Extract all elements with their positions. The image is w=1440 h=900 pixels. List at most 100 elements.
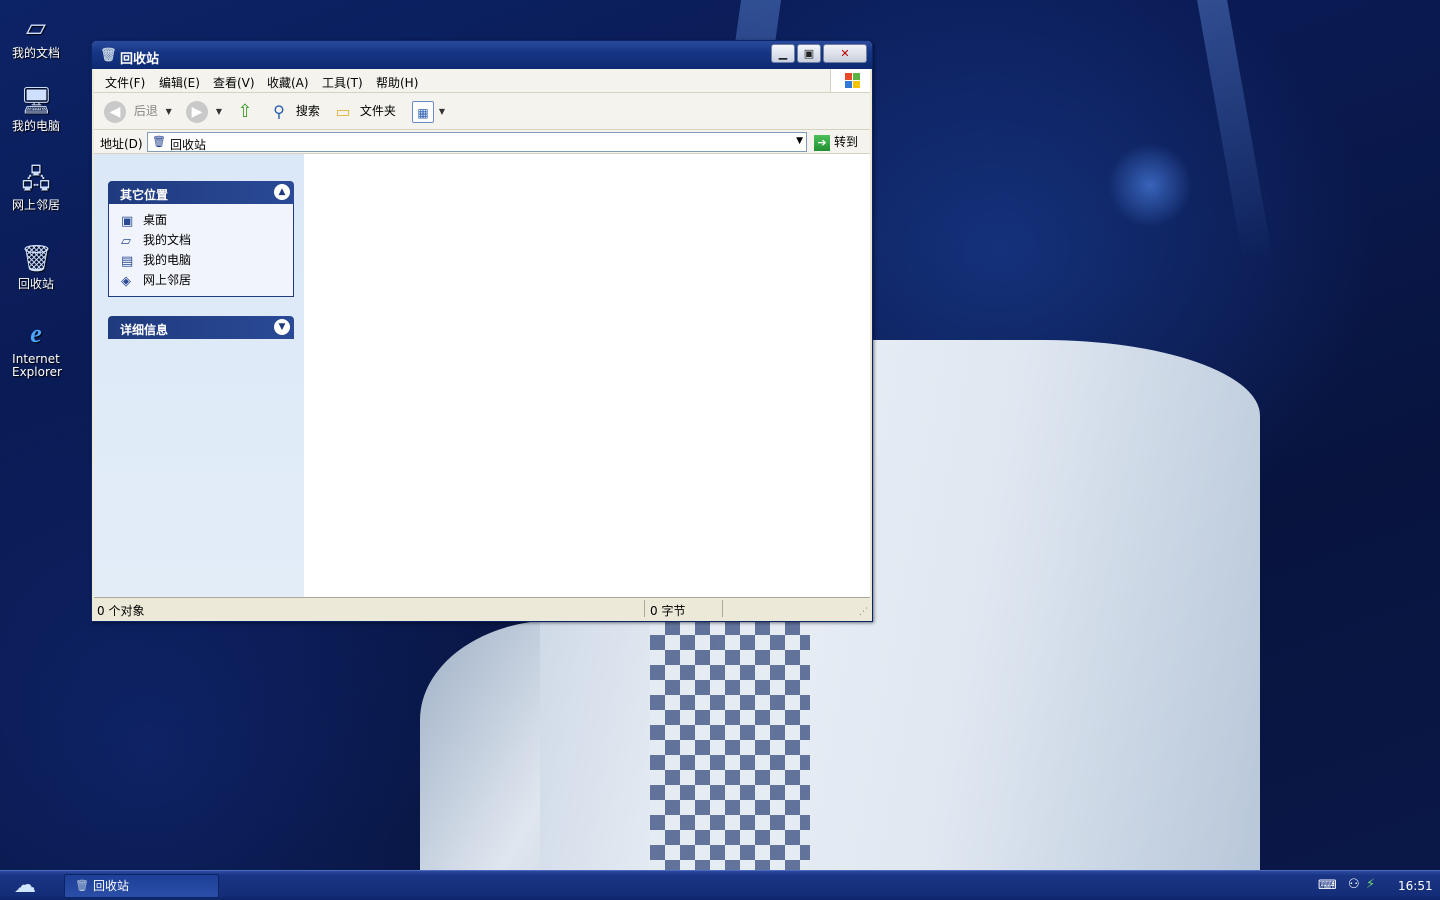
- desktop-icon-recycle-bin[interactable]: 🗑 回收站: [0, 243, 72, 291]
- desktop-icon-network[interactable]: 🖧 网上邻居: [0, 164, 72, 212]
- folders-label: 文件夹: [359, 104, 396, 118]
- keyboard-icon[interactable]: ⌨: [1318, 878, 1337, 893]
- taskbar-item-recycle-bin[interactable]: 🗑 回收站: [64, 874, 219, 898]
- address-label: 地址(D): [100, 137, 143, 151]
- place-link-network[interactable]: ◈ 网上邻居: [121, 270, 293, 290]
- place-link-label: 网上邻居: [143, 273, 192, 287]
- chevron-down-icon[interactable]: ▼: [274, 319, 290, 335]
- status-size: 0 字节: [650, 604, 686, 618]
- connection-icon[interactable]: ⚡: [1366, 877, 1375, 892]
- status-divider: [644, 600, 645, 617]
- documents-icon: ▱: [26, 13, 46, 43]
- menu-edit[interactable]: 编辑(E): [159, 74, 200, 91]
- system-tray: ⌨ ⚇ ⚡ 16:51: [1310, 871, 1440, 900]
- network-icon: ◈: [121, 274, 131, 289]
- start-cloud-icon: ☁: [14, 873, 36, 898]
- place-link-label: 我的电脑: [143, 253, 192, 267]
- recycle-bin-icon: 🗑: [75, 879, 89, 892]
- details-panel: 详细信息 ▼: [108, 316, 294, 339]
- computer-icon: ▤: [121, 254, 134, 269]
- address-bar: 地址(D) 🗑 回收站 ▼ ➔ 转到: [94, 130, 870, 154]
- address-field[interactable]: 🗑 回收站 ▼: [147, 132, 807, 152]
- up-folder-button[interactable]: ⇧: [234, 99, 256, 123]
- details-header[interactable]: 详细信息 ▼: [108, 316, 294, 339]
- place-link-label: 桌面: [143, 213, 168, 227]
- desktop-icon-label: Internet Explorer: [12, 352, 62, 379]
- taskbar-item-label: 回收站: [93, 879, 130, 893]
- desktop-icon-label: 网上邻居: [11, 198, 60, 212]
- up-folder-icon: ⇧: [237, 100, 253, 122]
- network-icon: 🖧: [21, 165, 51, 195]
- place-link-label: 我的文档: [143, 233, 192, 247]
- recycle-bin-icon: 🗑: [100, 48, 117, 63]
- other-places-list: ▣ 桌面 ▱ 我的文档 ▤ 我的电脑 ◈ 网上邻居: [108, 204, 294, 297]
- minimize-button[interactable]: ▁: [771, 44, 795, 63]
- menu-bar: 文件(F) 编辑(E) 查看(V) 收藏(A) 工具(T) 帮助(H): [94, 69, 870, 93]
- other-places-header[interactable]: 其它位置 ▲: [108, 181, 294, 204]
- panel-title: 详细信息: [120, 323, 169, 337]
- desktop-icon-my-documents[interactable]: ▱ 我的文档: [0, 12, 72, 60]
- recycle-bin-window[interactable]: 🗑 回收站 ▁ ▣ ✕ 文件(F) 编辑(E) 查看(V) 收藏(A) 工具(T…: [91, 40, 873, 622]
- chevron-up-icon[interactable]: ▲: [274, 184, 290, 200]
- windows-logo-icon: [830, 69, 870, 92]
- close-button[interactable]: ✕: [823, 44, 867, 63]
- shirt-pattern: [650, 620, 810, 870]
- taskbar: ☁ 🗑 回收站 ⌨ ⚇ ⚡ 16:51: [0, 870, 1440, 900]
- other-places-panel: 其它位置 ▲ ▣ 桌面 ▱ 我的文档 ▤ 我的电脑 ◈ 网上邻居: [108, 181, 294, 297]
- chevron-down-icon: ▼: [165, 106, 172, 116]
- menu-view[interactable]: 查看(V): [213, 74, 255, 91]
- maximize-button[interactable]: ▣: [797, 44, 821, 63]
- search-icon: ⚲: [273, 101, 285, 121]
- search-button[interactable]: ⚲ 搜索: [268, 99, 320, 123]
- folders-button[interactable]: ▭ 文件夹: [332, 99, 396, 123]
- content-area[interactable]: 其它位置 ▲ ▣ 桌面 ▱ 我的文档 ▤ 我的电脑 ◈ 网上邻居 详细信息 ▼: [94, 154, 870, 597]
- desktop-icon-internet-explorer[interactable]: e Internet Explorer: [0, 318, 72, 379]
- views-grid-icon: ▦: [412, 100, 434, 123]
- status-divider: [722, 600, 723, 617]
- resize-grip-icon[interactable]: ⋰: [859, 607, 868, 617]
- light-beam: [1197, 0, 1273, 260]
- search-label: 搜索: [295, 104, 320, 118]
- computer-icon: 🖥: [20, 86, 54, 116]
- back-arrow-icon: ◀: [104, 100, 126, 123]
- views-button[interactable]: ▦ ▼: [412, 99, 445, 123]
- back-label: 后退: [133, 104, 158, 118]
- window-titlebar[interactable]: 🗑 回收站 ▁ ▣ ✕: [92, 41, 872, 69]
- address-value: 回收站: [170, 138, 207, 152]
- desktop-icon-label: 我的电脑: [11, 119, 60, 133]
- menu-favorites[interactable]: 收藏(A): [267, 74, 309, 91]
- documents-icon: ▱: [121, 234, 131, 249]
- status-bar: 0 个对象 0 字节 ⋰: [94, 597, 870, 619]
- place-link-my-computer[interactable]: ▤ 我的电脑: [121, 250, 293, 270]
- internet-explorer-icon: e: [30, 319, 42, 348]
- task-pane: 其它位置 ▲ ▣ 桌面 ▱ 我的文档 ▤ 我的电脑 ◈ 网上邻居 详细信息 ▼: [94, 154, 304, 597]
- chevron-down-icon: ▼: [438, 106, 445, 116]
- desktop-icon-label: 回收站: [17, 277, 54, 291]
- chevron-down-icon: ▼: [215, 106, 222, 116]
- clock[interactable]: 16:51: [1398, 879, 1433, 893]
- menu-help[interactable]: 帮助(H): [376, 74, 418, 91]
- chevron-down-icon[interactable]: ▼: [796, 136, 803, 146]
- desktop-icon-my-computer[interactable]: 🖥 我的电脑: [0, 85, 72, 133]
- toolbar: ◀ 后退 ▼ ▶ ▼ ⇧ ⚲ 搜索 ▭ 文件夹 ▦ ▼: [94, 93, 870, 130]
- panel-title: 其它位置: [120, 188, 169, 202]
- place-link-my-documents[interactable]: ▱ 我的文档: [121, 230, 293, 250]
- window-title: 回收站: [120, 52, 160, 67]
- folder-icon: ▭: [335, 101, 351, 121]
- go-arrow-icon: ➔: [814, 134, 830, 151]
- network-status-icon[interactable]: ⚇: [1348, 877, 1360, 892]
- forward-arrow-icon: ▶: [186, 100, 208, 123]
- recycle-bin-icon: 🗑: [20, 244, 54, 274]
- desktop-icon-label: 我的文档: [11, 46, 60, 60]
- menu-tools[interactable]: 工具(T): [322, 74, 363, 91]
- status-object-count: 0 个对象: [97, 604, 145, 618]
- place-link-desktop[interactable]: ▣ 桌面: [121, 210, 293, 230]
- go-label: 转到: [834, 135, 859, 149]
- desktop-icon: ▣: [121, 214, 134, 229]
- menu-file[interactable]: 文件(F): [105, 74, 145, 91]
- recycle-bin-icon: 🗑: [152, 135, 166, 148]
- start-button[interactable]: ☁: [6, 873, 44, 899]
- back-button[interactable]: ◀ 后退 ▼: [104, 99, 172, 123]
- forward-button[interactable]: ▶ ▼: [186, 99, 222, 123]
- go-button[interactable]: ➔ 转到: [814, 132, 858, 152]
